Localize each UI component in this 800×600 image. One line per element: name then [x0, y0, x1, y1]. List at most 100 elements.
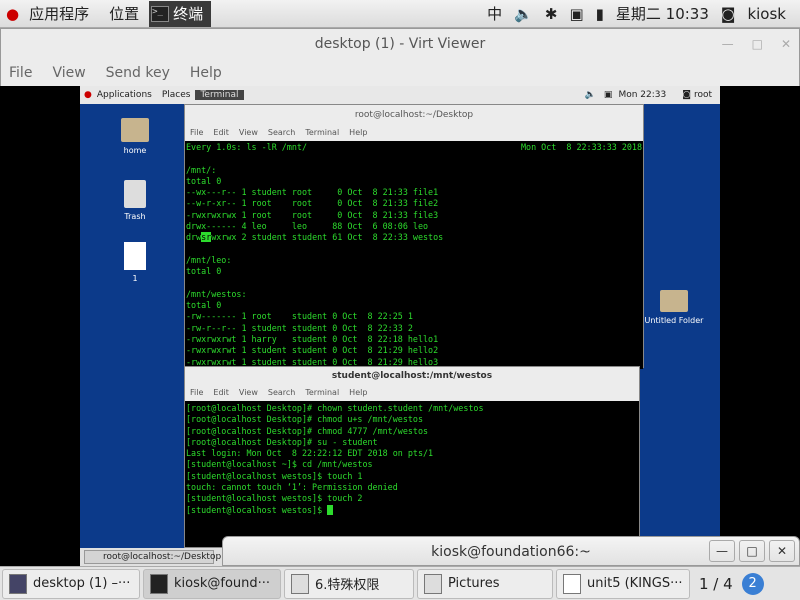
terminal-prompt-line[interactable]: [student@localhost westos]$ [186, 505, 638, 516]
power-icon[interactable]: ▮ [596, 5, 604, 23]
taskbar: desktop (1) –··· kiosk@found··· 6.特殊权限 P… [0, 566, 800, 600]
vm-user-menu[interactable]: root [691, 90, 720, 100]
icon-label: 1 [132, 274, 138, 283]
menu-edit[interactable]: Edit [213, 385, 229, 401]
terminal-line: /mnt/: [186, 164, 217, 175]
terminal-window-student[interactable]: student@localhost:/mnt/westos File Edit Vi… [184, 366, 640, 548]
terminal-window-root[interactable]: root@localhost:~/Desktop File Edit View Sea… [184, 104, 644, 369]
terminal-line: -rwxrwxrwt 1 harry student 0 Oct 8 22:18… [186, 334, 439, 345]
close-button[interactable]: ✕ [781, 29, 791, 59]
minimize-button[interactable]: — [709, 540, 735, 562]
menu-view[interactable]: View [239, 385, 258, 401]
redhat-icon: ● [6, 4, 20, 23]
terminal-line: --wx---r-- 1 student root 0 Oct 8 21:33 … [186, 187, 439, 198]
vm-places-menu[interactable]: Places [157, 90, 196, 100]
menu-file[interactable]: File [9, 59, 32, 87]
terminal-line: -rwxrwxrwx 1 root root 0 Oct 8 21:33 fil… [186, 209, 439, 220]
desktop-icon-file-1[interactable]: 1 [105, 242, 165, 283]
task-terminal[interactable]: kiosk@found··· [143, 568, 281, 599]
vm-screen[interactable]: ● Applications Places Terminal 🔈 ▣ Mon 2… [80, 86, 720, 566]
menu-file[interactable]: File [190, 125, 203, 141]
task-text-editor[interactable]: unit5 (KINGS··· [556, 568, 690, 599]
volume-icon[interactable]: 🔈 [514, 5, 533, 23]
terminal-line: /mnt/westos: [186, 288, 247, 299]
text-editor-icon [563, 573, 581, 594]
bluetooth-icon[interactable]: ✱ [545, 5, 558, 23]
terminal-line: [student@localhost westos]$ touch 2 [186, 493, 363, 504]
user-icon: ◙ [720, 4, 736, 23]
menu-help[interactable]: Help [349, 385, 367, 401]
icon-label: Untitled Folder [644, 316, 704, 325]
icon-label: Trash [124, 212, 146, 221]
vm-task-terminal[interactable]: root@localhost:~/Desktop [84, 550, 221, 564]
terminal-line: [root@localhost Desktop]# chmod 4777 /mn… [186, 425, 429, 436]
terminal-line: --w-r-xr-- 1 root root 0 Oct 8 21:33 fil… [186, 198, 439, 209]
places-menu[interactable]: 位置 [99, 3, 149, 24]
network-icon[interactable]: ▣ [569, 5, 583, 23]
menu-send-key[interactable]: Send key [106, 59, 170, 87]
watch-header: Every 1.0s: ls -lR /mnt/ [186, 142, 308, 152]
terminal-line: [root@localhost Desktop]# su - student [186, 436, 378, 447]
maximize-button[interactable]: □ [752, 29, 763, 59]
terminal-output[interactable]: Every 1.0s: ls -lR /mnt/Mon Oct 8 22:33:… [185, 141, 643, 369]
menu-view[interactable]: View [52, 59, 85, 87]
terminal-menu-bar: File Edit View Search Terminal Help [185, 125, 643, 141]
terminal-line: [root@localhost Desktop]# chown student.… [186, 403, 484, 413]
menu-search[interactable]: Search [268, 385, 295, 401]
workspace-indicator[interactable]: 1 / 4 [693, 575, 739, 593]
file-cabinet-icon [291, 573, 309, 594]
host-terminal-window[interactable]: kiosk@foundation66:~ — □ ✕ [222, 536, 800, 566]
window-title: kiosk@foundation66:~ [431, 544, 591, 560]
terminal-line: [student@localhost westos]$ touch 1 [186, 470, 363, 481]
cursor [327, 505, 334, 516]
vm-volume-icon[interactable]: 🔈 [585, 90, 604, 100]
task-folder-special-permissions[interactable]: 6.特殊权限 [284, 568, 414, 599]
input-method[interactable]: 中 [487, 3, 502, 24]
task-virt-viewer[interactable]: desktop (1) –··· [2, 568, 140, 599]
menu-view[interactable]: View [239, 125, 258, 141]
terminal-output[interactable]: [root@localhost Desktop]# chown student.… [185, 401, 639, 547]
user-menu[interactable]: kiosk [747, 5, 786, 23]
vm-terminal-button[interactable]: Terminal [195, 90, 244, 100]
terminal-line: [student@localhost ~]$ cd /mnt/westos [186, 459, 373, 470]
task-pictures[interactable]: Pictures [417, 568, 553, 599]
terminal-app-button[interactable]: >_ 终端 [149, 0, 212, 27]
terminal-line: drwx------ 4 leo leo 88 Oct 6 08:06 leo [186, 221, 429, 232]
menu-edit[interactable]: Edit [213, 125, 229, 141]
clock[interactable]: 星期二 10:33 [616, 3, 709, 24]
applications-menu[interactable]: 应用程序 [19, 3, 99, 24]
terminal-line: [root@localhost Desktop]# chmod u+s /mnt… [186, 414, 423, 425]
terminal-title: student@localhost:/mnt/westos [331, 371, 493, 381]
terminal-icon: >_ [151, 5, 170, 22]
vm-applications-menu[interactable]: Applications [92, 90, 157, 100]
watch-timestamp: Mon Oct 8 22:33:33 2018 [520, 142, 642, 152]
menu-help[interactable]: Help [349, 125, 367, 141]
file-icon [124, 242, 146, 270]
redhat-icon: ● [84, 90, 92, 100]
menu-terminal[interactable]: Terminal [305, 385, 339, 401]
terminal-icon [150, 573, 168, 594]
terminal-menu-bar: File Edit View Search Terminal Help [185, 385, 639, 401]
vm-clock[interactable]: Mon 22:33 [618, 90, 682, 100]
top-bar: ● 应用程序 位置 >_ 终端 中 🔈 ✱ ▣ ▮ 星期二 10:33 ◙ kio… [0, 0, 800, 28]
desktop-icon-untitled-folder[interactable]: Untitled Folder [642, 290, 706, 325]
vm-network-icon[interactable]: ▣ [604, 90, 619, 100]
desktop-icon-trash[interactable]: Trash [105, 180, 165, 221]
maximize-button[interactable]: □ [739, 540, 765, 562]
close-button[interactable]: ✕ [769, 540, 795, 562]
notification-badge[interactable]: 2 [741, 572, 764, 595]
menu-help[interactable]: Help [190, 59, 222, 87]
terminal-label: 终端 [173, 5, 204, 23]
desktop-icon-home[interactable]: home [105, 118, 165, 155]
highlighted-change: sr [201, 232, 212, 243]
menu-file[interactable]: File [190, 385, 203, 401]
monitor-icon [9, 573, 27, 594]
menu-bar: File View Send key Help [1, 59, 799, 87]
menu-terminal[interactable]: Terminal [305, 125, 339, 141]
home-folder-icon [121, 118, 149, 142]
minimize-button[interactable]: — [722, 29, 734, 59]
menu-search[interactable]: Search [268, 125, 295, 141]
